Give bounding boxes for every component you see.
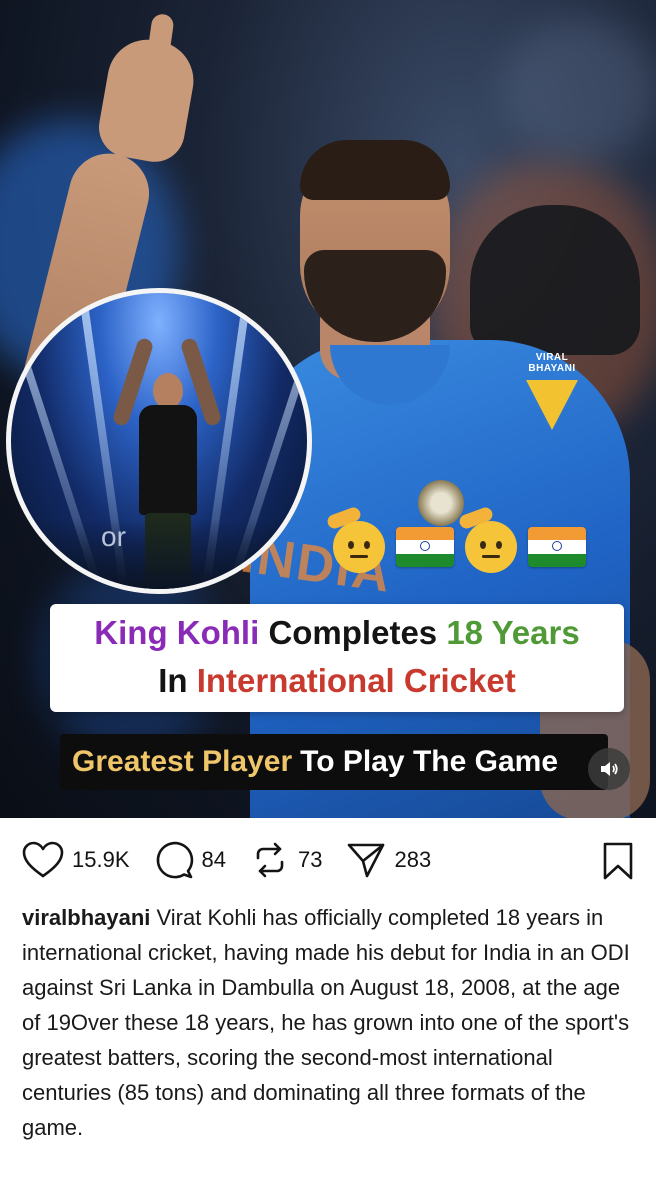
- tagline-banner: Greatest Player To Play The Game: [60, 734, 608, 790]
- comment-button[interactable]: 84: [154, 840, 226, 880]
- headline-line-2: In International Cricket: [50, 662, 624, 700]
- headline-in: In: [158, 662, 188, 699]
- caption-username[interactable]: viralbhayani: [22, 905, 150, 930]
- headline-king-kohli: King Kohli: [94, 614, 260, 651]
- send-icon: [348, 843, 385, 878]
- tagline-rest: To Play The Game: [300, 745, 558, 778]
- post-caption: viralbhayani Virat Kohli has officially …: [22, 900, 634, 1145]
- inset-stage: [11, 519, 307, 589]
- post-media[interactable]: INDIA or VIRAL BHAYANI King Kohli Comple…: [0, 0, 656, 818]
- heart-icon: [22, 841, 64, 878]
- share-count: 283: [394, 847, 432, 872]
- background-bokeh: [500, 20, 656, 160]
- inset-head: [153, 373, 183, 409]
- background-player: [470, 205, 640, 355]
- comment-icon: [156, 841, 193, 879]
- brand-logo-icon: [526, 380, 578, 430]
- comment-count: 84: [201, 847, 226, 872]
- like-button[interactable]: 15.9K: [22, 841, 130, 879]
- bookmark-icon: [603, 842, 633, 880]
- caption-text: Virat Kohli has officially completed 18 …: [22, 905, 630, 1140]
- speaker-icon: [601, 762, 618, 776]
- save-button[interactable]: [602, 842, 634, 885]
- tagline-greatest-player: Greatest Player: [72, 745, 293, 778]
- india-flag-icon: [528, 518, 586, 576]
- like-count: 15.9K: [72, 847, 130, 872]
- headline-completes: Completes: [268, 614, 438, 651]
- action-bar: 15.9K 84 73 283: [22, 836, 634, 884]
- india-flag-icon: [396, 518, 454, 576]
- brand-watermark: VIRAL BHAYANI: [512, 352, 592, 430]
- headline-18-years: 18 Years: [446, 614, 580, 651]
- headline-banner: King Kohli Completes 18 Years In Interna…: [50, 604, 624, 712]
- mute-button[interactable]: [588, 748, 630, 790]
- repost-icon: [256, 842, 284, 878]
- share-button[interactable]: 283: [346, 840, 431, 880]
- headline-line-1: King Kohli Completes 18 Years: [50, 614, 624, 652]
- brand-name: VIRAL BHAYANI: [528, 352, 576, 374]
- inset-body: [139, 405, 197, 515]
- inset-background-text: or: [101, 521, 126, 552]
- headline-international-cricket: International Cricket: [196, 662, 516, 699]
- saluting-face-icon: [325, 505, 388, 576]
- saluting-face-icon: [457, 505, 520, 576]
- emoji-row: [325, 505, 586, 576]
- player-hair: [300, 140, 450, 200]
- repost-count: 73: [297, 847, 323, 872]
- inset-photo: or: [6, 288, 312, 594]
- repost-button[interactable]: 73: [250, 840, 322, 880]
